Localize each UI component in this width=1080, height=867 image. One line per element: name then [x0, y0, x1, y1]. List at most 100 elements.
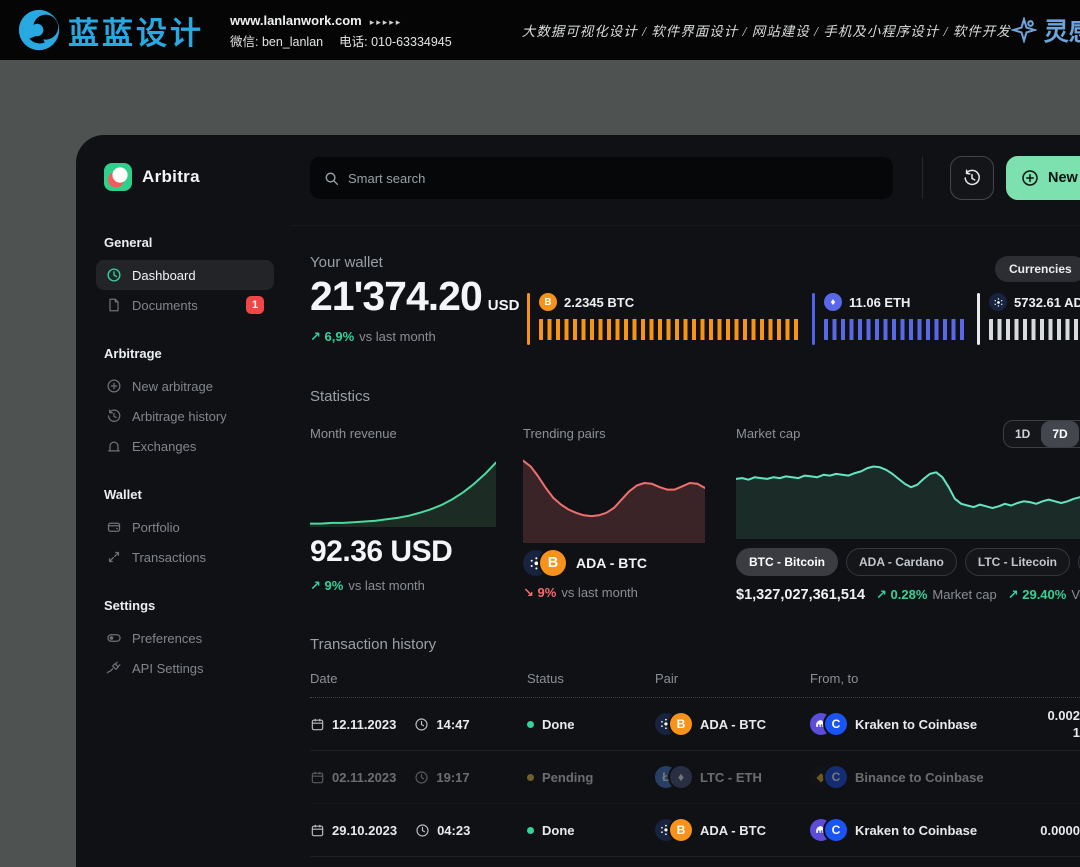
time-text: 14:47: [436, 717, 469, 732]
amount-line: 0.002: [1005, 707, 1080, 724]
holding-bars: [539, 319, 801, 340]
sidebar-item-new-arbitrage[interactable]: New arbitrage: [96, 371, 274, 401]
wallet-tab-currencies[interactable]: Currencies: [995, 256, 1080, 282]
dashboard-icon: [106, 267, 122, 283]
cell-amount: 0.0000: [1005, 822, 1080, 839]
sidebar-item-dashboard[interactable]: Dashboard: [96, 260, 274, 290]
eth_dark-coin-icon: ♦: [670, 766, 692, 788]
cap-change-value: 0.28%: [891, 587, 928, 602]
calendar-icon: [310, 717, 325, 732]
main-panel: New a Your wallet 21'374.20USD ↗ 6,9%vs …: [290, 135, 1080, 867]
column-header-from-to: From, to: [810, 671, 1005, 686]
wallet-title: Your wallet: [310, 254, 383, 271]
time-value: 19:17: [414, 770, 469, 785]
transaction-table: DateStatusPairFrom, to 12.11.202314:47Do…: [310, 671, 1080, 857]
toggle-icon: [106, 630, 122, 646]
cell-status: Done: [527, 717, 655, 732]
amount-line: 0.0000: [1005, 822, 1080, 839]
coin-pill-btc[interactable]: BTC - Bitcoin: [736, 548, 838, 576]
calendar-icon: [310, 770, 325, 785]
range-tab-1d[interactable]: 1D: [1004, 421, 1041, 447]
status-dot: [527, 721, 534, 728]
status-dot: [527, 827, 534, 834]
trending-pairs-change: ↘ 9%vs last month: [523, 585, 705, 601]
new-arbitrage-button[interactable]: New a: [1006, 156, 1080, 200]
range-tab-7d[interactable]: 7D: [1041, 421, 1078, 447]
range-toggle: 1D7D1M: [1003, 420, 1080, 448]
time-value: 04:23: [415, 823, 470, 838]
plus-circle-icon: [1021, 169, 1039, 187]
clock-icon: [414, 770, 429, 785]
date-text: 02.11.2023: [332, 770, 396, 785]
route-text: Binance to Coinbase: [855, 770, 984, 785]
arbitra-logo-icon: [104, 163, 132, 191]
table-row[interactable]: 12.11.2023 14:47 DoneBADA - BTC C Kraken to …: [310, 698, 1080, 751]
cell-pair: BADA - BTC: [655, 713, 810, 735]
market-cap-stats: $1,327,027,361,514 ↗ 0.28%Market cap ↗ 2…: [736, 587, 1080, 603]
holding-amount: 5732.61 ADA: [1014, 295, 1080, 310]
sidebar-item-transactions[interactable]: Transactions: [96, 542, 274, 572]
date-text: 29.10.2023: [332, 823, 397, 838]
sidebar-item-label: Documents: [132, 298, 198, 313]
cell-status: Pending: [527, 770, 655, 785]
trending-pair-icons: B: [523, 550, 566, 576]
table-row[interactable]: 02.11.202319:17PendingŁ♦LTC - ETH◆CBinan…: [310, 751, 1080, 804]
plug-icon: [106, 660, 122, 676]
market-cap-chart: [736, 451, 1080, 539]
sidebar-item-label: Preferences: [132, 631, 202, 646]
wallet-amount-value: 21'374.20: [310, 273, 482, 319]
pair-icons: B: [655, 819, 692, 841]
sidebar-item-arbitrage-history[interactable]: Arbitrage history: [96, 401, 274, 431]
star-icon: [1011, 17, 1037, 43]
sidebar-section-label: General: [104, 235, 290, 250]
sidebar-section: GeneralDashboardDocuments1: [104, 235, 290, 320]
arch-icon: [106, 438, 122, 454]
date-value: 12.11.2023: [310, 717, 396, 732]
sidebar-section-label: Arbitrage: [104, 346, 290, 361]
clock-icon: [414, 717, 429, 732]
column-header-pair: Pair: [655, 671, 810, 686]
coin-pill-ltc[interactable]: LTC - Litecoin: [965, 548, 1070, 576]
history-button[interactable]: [950, 156, 994, 200]
month-revenue-change: ↗ 9%vs last month: [310, 578, 496, 594]
sidebar-item-portfolio[interactable]: Portfolio: [96, 512, 274, 542]
amount-line: 1: [1005, 724, 1080, 741]
trending-pair-label: ADA - BTC: [576, 555, 647, 571]
btc-coin-icon: B: [540, 550, 566, 576]
holding-btc: B2.2345 BTC: [527, 293, 801, 347]
topbar-divider: [922, 157, 923, 199]
trending-pairs-card: Trending pairs B ADA - BTC ↘ 9%vs last m…: [523, 426, 705, 601]
holding-label: 5732.61 ADA: [989, 293, 1080, 311]
coin-pill-ada[interactable]: ADA - Cardano: [846, 548, 957, 576]
sidebar-item-label: Arbitrage history: [132, 409, 227, 424]
search-input[interactable]: [348, 171, 879, 186]
collect-label: 灵感收集: [1044, 12, 1080, 48]
lanlan-logo-icon: [16, 7, 62, 53]
route-text: Kraken to Coinbase: [855, 717, 977, 732]
sidebar-item-preferences[interactable]: Preferences: [96, 623, 274, 653]
banner-contact-info: www.lanlanwork.com▸▸▸▸▸ 微信: ben_lanlan电话…: [230, 9, 452, 52]
coinbase-coin-icon: C: [825, 713, 847, 735]
cell-route: ◆CBinance to Coinbase: [810, 766, 1005, 788]
table-row[interactable]: 29.10.202304:23DoneBADA - BTCCKraken to …: [310, 804, 1080, 857]
vol-change-label: Volume (24: [1071, 587, 1080, 602]
sidebar-item-label: Portfolio: [132, 520, 180, 535]
notification-badge: 1: [246, 296, 264, 314]
sidebar-item-exchanges[interactable]: Exchanges: [96, 431, 274, 461]
inspiration-collect-link[interactable]: 灵感收集: [1011, 12, 1080, 48]
btc-coin-icon: B: [670, 713, 692, 735]
sidebar-item-documents[interactable]: Documents 1: [96, 290, 274, 320]
history-icon: [962, 168, 982, 188]
time-text: 19:17: [436, 770, 469, 785]
pair-text: ADA - BTC: [700, 823, 766, 838]
search-bar[interactable]: [310, 157, 893, 199]
statistics-title: Statistics: [310, 388, 370, 405]
sidebar-section: SettingsPreferencesAPI Settings: [104, 598, 290, 683]
status-dot: [527, 774, 534, 781]
banner-services: 大数据可视化设计 / 软件界面设计 / 网站建设 / 手机及小程序设计 / 软件…: [522, 20, 1011, 40]
wallet-icon: [106, 519, 122, 535]
holding-label: ♦11.06 ETH: [824, 293, 966, 311]
cell-date: 29.10.2023 04:23: [310, 823, 527, 838]
transfer-icon: [106, 549, 122, 565]
sidebar-item-api-settings[interactable]: API Settings: [96, 653, 274, 683]
